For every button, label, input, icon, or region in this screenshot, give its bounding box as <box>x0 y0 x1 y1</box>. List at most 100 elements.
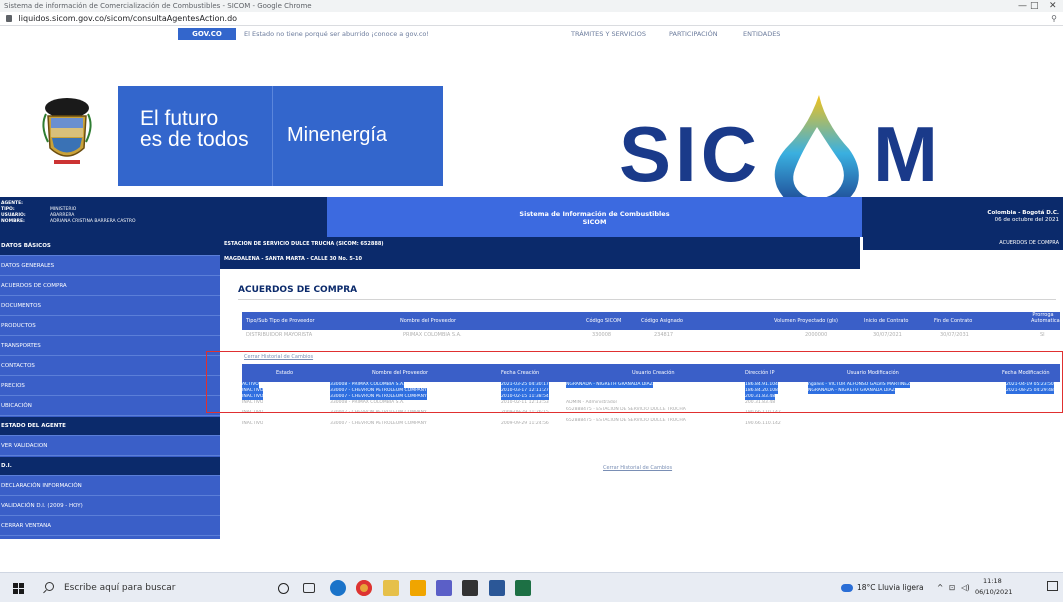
agent-info: AGENTE: TIPO: MINISTERIO USUARIO: ABARRE… <box>0 197 215 237</box>
cell-usuario: 652888475 - ESTACION DE SERVICIO DULCE T… <box>566 418 686 423</box>
minenergia-logo: Minenergía <box>272 86 443 186</box>
station-address: MAGDALENA - SANTA MARTA - CALLE 30 No. 5… <box>224 256 362 262</box>
annotation-highlight-box <box>206 351 1063 413</box>
search-placeholder: Escribe aquí para buscar <box>64 583 176 593</box>
sidebar-item-ver-validacion[interactable]: VER VALIDACION <box>0 437 220 456</box>
futuro-de-todos-logo: El futuro es de todos <box>118 86 272 186</box>
system-subtitle: SICOM <box>582 218 607 226</box>
futuro-line2: es de todos <box>140 128 249 151</box>
govco-slogan[interactable]: El Estado no tiene porqué ser aburrido ¡… <box>244 26 429 42</box>
cerrar-historial-link-bottom[interactable]: Cerrar Historial de Cambios <box>603 465 672 471</box>
location-text: Colombia - Bogotá D.C. <box>987 210 1059 216</box>
link-entidades[interactable]: ENTIDADES <box>743 26 780 42</box>
task-view-icon[interactable] <box>303 583 315 593</box>
sicom-logo: SIC M <box>619 95 942 212</box>
col-volumen: Volumen Proyectado (gls) <box>774 318 838 324</box>
col-fin: Fin de Contrato <box>934 318 973 324</box>
sidebar-item-productos[interactable]: PRODUCTOS <box>0 317 220 336</box>
cell: 2000000 <box>805 332 828 338</box>
date-text: 06 de octubre del 2021 <box>994 217 1059 223</box>
cortana-icon[interactable] <box>278 583 289 594</box>
sidebar-item-transportes[interactable]: TRANSPORTES <box>0 337 220 356</box>
teams-icon[interactable] <box>436 580 452 596</box>
excel-icon[interactable] <box>515 580 531 596</box>
nombre-label: NOMBRE: <box>1 219 25 224</box>
station-name: ESTACION DE SERVICIO DULCE TRUCHA (SICOM… <box>224 241 384 247</box>
network-icon[interactable]: ⊡ <box>949 583 955 592</box>
minimize-button[interactable]: — <box>1018 0 1027 12</box>
govco-logo[interactable]: GOV.CO <box>178 28 236 40</box>
search-icon[interactable]: ⚲ <box>1051 12 1057 26</box>
search-icon <box>45 582 54 591</box>
col-codigo-asignado: Código Asignado <box>641 318 683 324</box>
col-inicio: Inicio de Contrato <box>864 318 909 324</box>
file-explorer-icon[interactable] <box>383 580 399 596</box>
sicom-logo-left: SIC <box>619 110 762 198</box>
sidebar-item-contactos[interactable]: CONTACTOS <box>0 357 220 376</box>
sticky-app-icon[interactable] <box>410 580 426 596</box>
sidebar-item-precios[interactable]: PRECIOS <box>0 377 220 396</box>
cell-fecha: 2009-09-29 11:24:56 <box>501 421 549 426</box>
cell: SI <box>1040 332 1045 338</box>
link-tramites[interactable]: TRÁMITES Y SERVICIOS <box>571 26 646 42</box>
sidebar-item-ubicacion[interactable]: UBICACIÓN <box>0 397 220 416</box>
link-participacion[interactable]: PARTICIPACIÓN <box>669 26 718 42</box>
windows-start-icon[interactable] <box>13 583 24 594</box>
sidebar-item-documentos[interactable]: DOCUMENTOS <box>0 297 220 316</box>
cell: PRIMAX COLOMBIA S.A. <box>403 332 462 338</box>
govco-bar: GOV.CO El Estado no tiene porqué ser abu… <box>0 26 1063 42</box>
store-icon[interactable] <box>462 580 478 596</box>
windows-taskbar: Escribe aquí para buscar 18°C Lluvia lig… <box>0 572 1063 602</box>
tray-chevron-icon[interactable]: ^ <box>937 583 943 592</box>
nombre-value: ADRIANA CRISTINA BARRERA CASTRO <box>50 219 136 224</box>
chrome-icon[interactable] <box>356 580 372 596</box>
sidebar-item-validacion-d-i-2009-hoy[interactable]: VALIDACIÓN D.I. (2009 - HOY) <box>0 497 220 516</box>
historial-row[interactable]: INACTIVO 330007 - CHEVRON PETROLEUM COMPA… <box>242 418 1060 429</box>
station-header: ESTACION DE SERVICIO DULCE TRUCHA (SICOM… <box>220 237 860 269</box>
agent-info-strip: AGENTE: TIPO: MINISTERIO USUARIO: ABARRE… <box>0 197 1063 237</box>
url-text[interactable]: liquidos.sicom.gov.co/sicom/consultaAgen… <box>19 14 238 23</box>
sidebar-item-datos-generales[interactable]: DATOS GENERALES <box>0 257 220 276</box>
colombia-shield-logo <box>18 86 116 186</box>
cell: 330008 <box>592 332 612 338</box>
close-button[interactable]: ✕ <box>1049 0 1057 12</box>
cell: DISTRIBUIDOR MAYORISTA <box>246 332 313 338</box>
system-title-box: Sistema de Información de Combustibles S… <box>327 197 862 237</box>
section-divider <box>238 299 1056 300</box>
cell-proveedor: 330007 - CHEVRON PETROLEUM COMPANY <box>330 421 427 426</box>
sidebar-item-cerrar-ventana[interactable]: CERRAR VENTANA <box>0 517 220 536</box>
acuerdos-table-row[interactable]: DISTRIBUIDOR MAYORISTA PRIMAX COLOMBIA S… <box>242 330 1060 340</box>
futuro-line1: El futuro <box>140 107 219 130</box>
col-codigo-sicom: Código SICOM <box>586 318 622 324</box>
weather-icon[interactable] <box>841 584 853 592</box>
clock-date[interactable]: 06/10/2021 <box>975 588 1012 596</box>
col-tipo: Tipo/Sub Tipo de Proveedor <box>246 318 315 324</box>
notifications-icon[interactable] <box>1047 581 1058 591</box>
address-bar[interactable]: liquidos.sicom.gov.co/sicom/consultaAgen… <box>0 12 1063 26</box>
cell: 30/07/2021 <box>873 332 902 338</box>
cell: 234817 <box>654 332 674 338</box>
system-title: Sistema de Información de Combustibles <box>519 210 670 218</box>
clock-time[interactable]: 11:18 <box>983 577 1002 585</box>
location-date: Colombia - Bogotá D.C. 06 de octubre del… <box>863 197 1063 237</box>
window-titlebar: Sistema de información de Comercializaci… <box>0 0 1063 12</box>
lock-icon <box>6 15 12 22</box>
sidebar-item-acuerdos-de-compra[interactable]: ACUERDOS DE COMPRA <box>0 277 220 296</box>
sidebar-item-datos-basicos: DATOS BÁSICOS <box>0 237 220 256</box>
edge-icon[interactable] <box>330 580 346 596</box>
sidebar-item-declaracion-informacion[interactable]: DECLARACIÓN INFORMACIÓN <box>0 477 220 496</box>
weather-text[interactable]: 18°C Lluvia ligera <box>857 583 924 592</box>
window-title: Sistema de información de Comercializaci… <box>4 2 312 10</box>
acuerdos-compra-tab[interactable]: ACUERDOS DE COMPRA <box>863 237 1063 250</box>
taskbar-search[interactable]: Escribe aquí para buscar <box>38 576 260 600</box>
section-title: ACUERDOS DE COMPRA <box>238 285 358 295</box>
sicom-logo-right: M <box>873 110 943 198</box>
cell-estado: INACTIVO <box>242 421 264 426</box>
restore-button[interactable]: □ <box>1030 0 1039 12</box>
sidebar-item-estado-del-agente: ESTADO DEL AGENTE <box>0 417 220 436</box>
col-proveedor: Nombre del Proveedor <box>400 318 457 324</box>
volume-icon[interactable]: ◁) <box>961 583 970 592</box>
sidebar: DATOS BÁSICOS DATOS GENERALES ACUERDOS DE … <box>0 237 220 539</box>
word-icon[interactable] <box>489 580 505 596</box>
cell: 30/07/2031 <box>940 332 969 338</box>
